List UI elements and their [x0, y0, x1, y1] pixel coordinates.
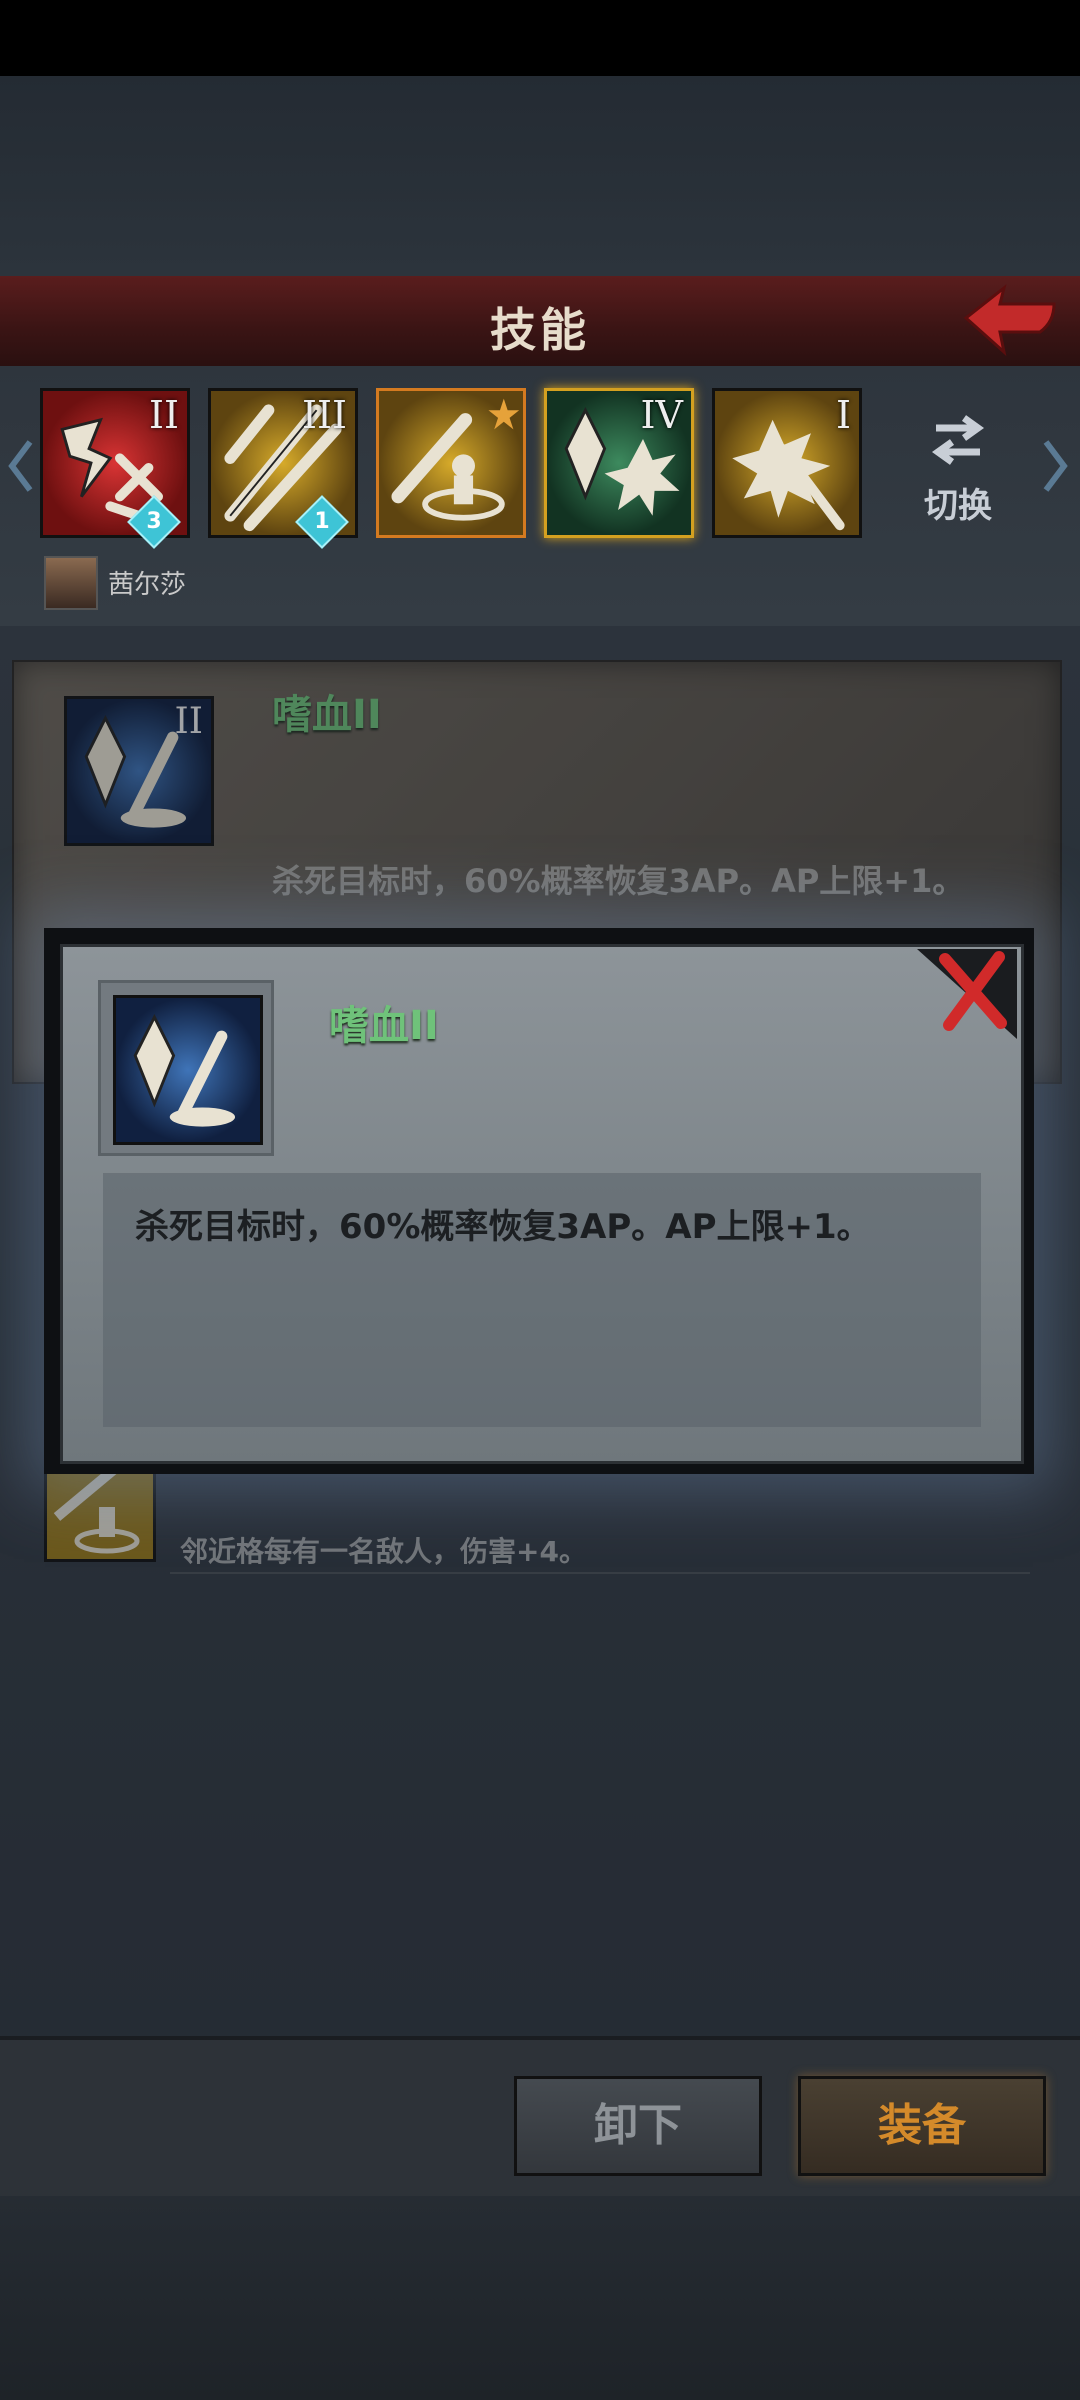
switch-label: 切换 [924, 486, 992, 526]
character-name: 茜尔莎 [108, 570, 187, 600]
skill-rank: II [148, 393, 179, 437]
unequip-button[interactable]: 卸下 [514, 2076, 762, 2176]
skill-rank: I [835, 393, 851, 437]
skill-popup: 嗜血II 杀死目标时，60%概率恢复3AP。AP上限+1。 [44, 928, 1034, 1474]
popup-title: 嗜血II [329, 1003, 439, 1049]
chevron-right-icon[interactable] [1040, 436, 1070, 496]
swap-arrows-icon [931, 415, 985, 465]
top-background [0, 76, 1080, 276]
sword-circle-icon [379, 391, 523, 535]
bottom-background [0, 2196, 1080, 2400]
popup-panel: 嗜血II 杀死目标时，60%概率恢复3AP。AP上限+1。 [60, 944, 1024, 1464]
popup-description: 杀死目标时，60%概率恢复3AP。AP上限+1。 [135, 1207, 871, 1247]
character-avatar [44, 556, 98, 610]
close-icon[interactable] [917, 949, 1017, 1039]
status-bar [0, 0, 1080, 76]
back-arrow-icon[interactable] [962, 282, 1062, 362]
skill-selector-row: II 3 III 1 IV I 切换 茜尔莎 [0, 366, 1080, 626]
switch-button[interactable]: 切换 [908, 412, 1008, 526]
skill-slot-2[interactable]: III 1 [208, 388, 358, 549]
skill-rank: IV [640, 393, 683, 437]
chevron-left-icon[interactable] [6, 436, 36, 496]
popup-skill-icon [113, 995, 263, 1145]
crystal-sword-icon [116, 998, 260, 1142]
skill-slot-4[interactable]: IV [544, 388, 694, 538]
equip-button[interactable]: 装备 [798, 2076, 1046, 2176]
popup-description-box: 杀死目标时，60%概率恢复3AP。AP上限+1。 [103, 1173, 981, 1427]
bottom-action-bar: 卸下 装备 [0, 2036, 1080, 2200]
skill-slot-3-selected[interactable] [376, 388, 526, 538]
skill-slot-5[interactable]: I [712, 388, 862, 538]
skill-rank: III [301, 393, 347, 437]
page-title: 技能 [490, 303, 590, 357]
skill-slot-1[interactable]: II 3 [40, 388, 190, 549]
popup-icon-frame [101, 983, 271, 1153]
title-bar: 技能 [0, 276, 1080, 370]
